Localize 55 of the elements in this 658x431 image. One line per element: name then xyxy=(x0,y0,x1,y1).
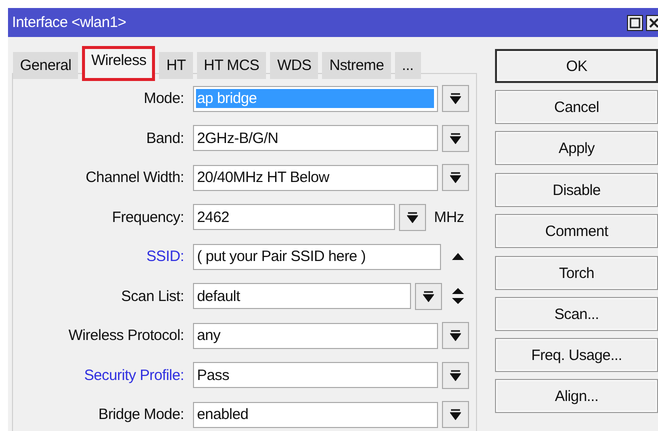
dropdown-icon xyxy=(450,370,461,381)
input-field[interactable]: any xyxy=(193,322,438,349)
collapse-icon[interactable] xyxy=(451,252,465,262)
input-field[interactable]: enabled xyxy=(193,402,438,428)
dropdown-icon xyxy=(450,172,461,184)
field-label: Frequency: xyxy=(110,208,185,226)
input-field[interactable]: default xyxy=(193,283,411,310)
maximize-icon[interactable] xyxy=(627,14,643,30)
dialog-button[interactable]: Freq. Usage... xyxy=(495,338,658,372)
tab[interactable]: General xyxy=(13,52,78,79)
dropdown-icon xyxy=(450,93,461,104)
dropdown-icon xyxy=(423,290,434,302)
input-field[interactable]: 2GHz-B/G/N xyxy=(193,125,438,152)
dialog-button[interactable]: Apply xyxy=(495,131,658,165)
dropdown-icon xyxy=(450,330,461,342)
dropdown-button[interactable] xyxy=(442,85,469,112)
dialog-button[interactable]: Scan... xyxy=(495,297,658,331)
tab[interactable]: Nstreme xyxy=(322,52,391,79)
dialog-button[interactable]: Align... xyxy=(495,379,658,413)
dropdown-button[interactable] xyxy=(415,282,442,310)
dialog-button[interactable]: Torch xyxy=(495,256,658,290)
dropdown-icon xyxy=(450,132,461,144)
close-icon[interactable] xyxy=(646,14,658,30)
dialog-button[interactable]: Disable xyxy=(495,173,658,207)
dropdown-button[interactable] xyxy=(442,362,469,389)
dropdown-icon xyxy=(407,212,418,223)
field-label: Band: xyxy=(145,130,185,147)
window-title: Interface <wlan1> xyxy=(12,14,126,31)
dropdown-icon xyxy=(450,409,461,420)
dialog-button[interactable]: Cancel xyxy=(495,90,658,124)
dropdown-button[interactable] xyxy=(399,204,426,231)
input-field[interactable]: ( put your Pair SSID here ) xyxy=(193,244,441,270)
dropdown-button[interactable] xyxy=(442,164,469,192)
field-label: Wireless Protocol: xyxy=(68,327,185,344)
field-label[interactable]: Security Profile: xyxy=(13,366,193,384)
field-label: Bridge Mode: xyxy=(97,406,185,424)
input-field[interactable]: Pass xyxy=(193,362,438,388)
input-field[interactable]: 2462 xyxy=(193,204,395,230)
tab[interactable]: HT xyxy=(159,52,193,79)
dropdown-button[interactable] xyxy=(442,124,469,152)
tab[interactable]: WDS xyxy=(270,52,318,79)
tab[interactable]: HT MCS xyxy=(196,52,266,79)
field-label: Scan List: xyxy=(120,288,185,305)
dialog-button[interactable]: OK xyxy=(495,49,658,83)
dropdown-button[interactable] xyxy=(442,322,469,350)
dropdown-button[interactable] xyxy=(442,401,469,428)
field-label[interactable]: SSID: xyxy=(13,248,193,266)
unit-label: MHz xyxy=(434,208,464,226)
input-field[interactable]: 20/40MHz HT Below xyxy=(193,164,438,191)
field-label: Mode: xyxy=(142,90,185,108)
tab[interactable]: Wireless xyxy=(82,46,156,81)
dialog-button[interactable]: Comment xyxy=(495,214,658,248)
up-down-icon[interactable] xyxy=(451,287,465,306)
field-label: Channel Width: xyxy=(84,169,185,186)
tab[interactable]: ... xyxy=(394,52,421,79)
